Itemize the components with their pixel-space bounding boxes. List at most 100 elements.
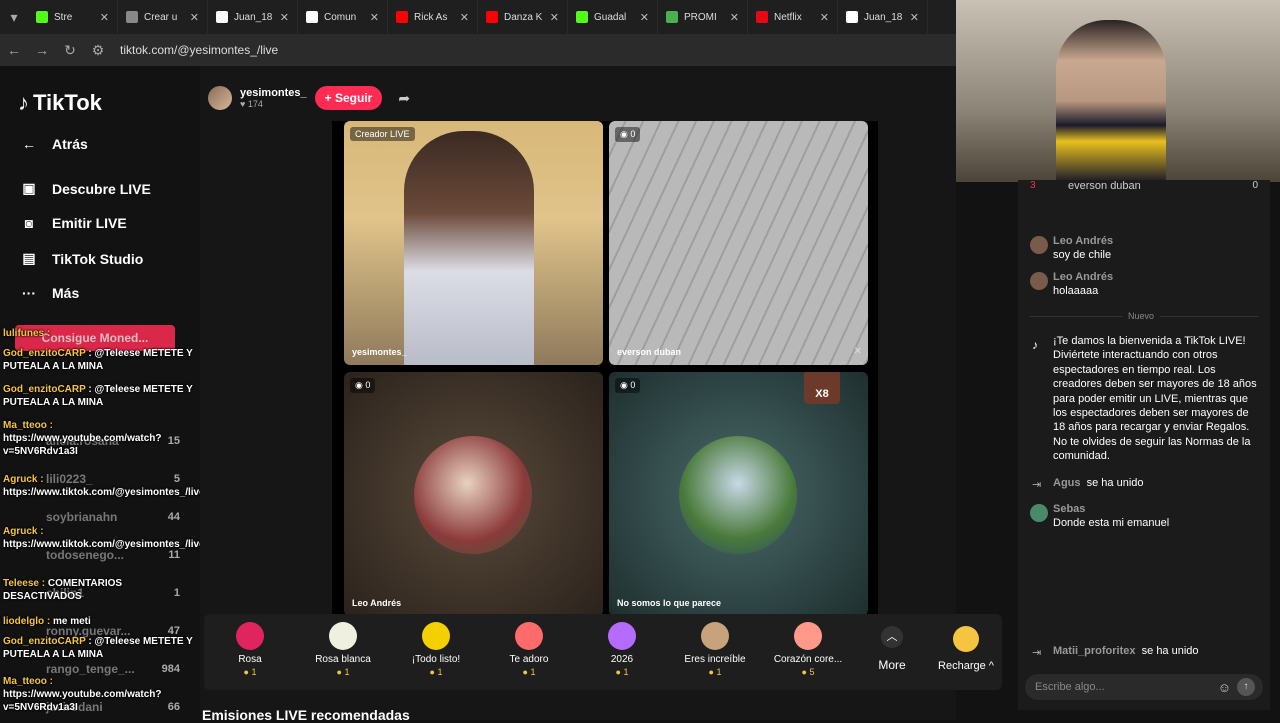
- gift-icon: [329, 622, 357, 650]
- browser-tab[interactable]: Juan_18 ✕: [208, 0, 298, 34]
- sidebar-item-go-live[interactable]: ◙ Emitir LIVE: [20, 215, 127, 231]
- gift-item[interactable]: Rosa blanca ● 1: [297, 622, 389, 677]
- gift-item[interactable]: Te adoro ● 1: [483, 622, 575, 677]
- close-tab-icon[interactable]: ✕: [820, 11, 829, 24]
- close-tab-icon[interactable]: ✕: [550, 11, 559, 24]
- tab-search-button[interactable]: ▾: [0, 9, 28, 26]
- url-field[interactable]: tiktok.com/@yesimontes_/live: [120, 43, 278, 57]
- welcome-message: ¡Te damos la bienvenida a TikTok LIVE! D…: [1053, 335, 1257, 463]
- browser-tab[interactable]: Rick As ✕: [388, 0, 478, 34]
- follow-button[interactable]: + Seguir: [314, 86, 383, 110]
- stream-chat-overlay: Consigue Moned... alicia.rosana 15 lili022…: [0, 325, 205, 720]
- join-message: Matii_proforitex se ha unido: [1053, 645, 1199, 657]
- gift-price: ● 5: [801, 667, 815, 677]
- sidebar-item-discover-live[interactable]: ▣ Descubre LIVE: [20, 180, 150, 197]
- guest-tile-2[interactable]: ◉ 0 everson duban ✕: [609, 121, 868, 365]
- host-name[interactable]: yesimontes_: [240, 87, 307, 99]
- close-tab-icon[interactable]: ✕: [370, 11, 379, 24]
- tab-favicon-icon: [666, 11, 678, 23]
- tiktok-note-icon: ♪: [18, 90, 29, 115]
- more-gifts-button[interactable]: ︿ More: [872, 626, 912, 672]
- join-icon: ⇥: [1032, 479, 1042, 491]
- tile-label: yesimontes_: [352, 347, 407, 357]
- tile-score: ◉ 0: [615, 378, 641, 393]
- browser-tab[interactable]: PROMI ✕: [658, 0, 748, 34]
- browser-tab[interactable]: Danza K ✕: [478, 0, 568, 34]
- rank-user: everson duban: [1068, 180, 1141, 192]
- guest-tile-3[interactable]: ◉ 0 Leo Andrés: [344, 372, 603, 616]
- browser-tab-bar: ▾ Stre ✕ Crear u ✕ Juan_18 ✕ Comun ✕ Rick As ✕ Dan…: [0, 0, 956, 34]
- recharge-button[interactable]: Recharge ^: [930, 614, 1002, 690]
- viewer-count: ♥ 174: [240, 99, 263, 109]
- join-message: Agus se ha unido: [1053, 477, 1144, 489]
- overlay-chat-line: Ma_tteoo : https://www.youtube.com/watch…: [3, 676, 162, 713]
- site-info-icon[interactable]: ⚙: [84, 42, 112, 59]
- overlay-chat-line: Ma_tteoo : https://www.youtube.com/watch…: [3, 420, 162, 457]
- browser-tab[interactable]: Guadal ✕: [568, 0, 658, 34]
- back-button[interactable]: ←: [0, 42, 28, 58]
- overlay-chat-line: lulifunes :: [3, 328, 51, 339]
- gift-icon: [794, 622, 822, 650]
- gift-icon: [236, 622, 264, 650]
- close-tab-icon[interactable]: ✕: [640, 11, 649, 24]
- chat-message: Sebas Donde esta mi emanuel: [1053, 503, 1170, 530]
- gift-item[interactable]: 2026 ● 1: [576, 622, 668, 677]
- close-tab-icon[interactable]: ✕: [100, 11, 109, 24]
- user-avatar: [1030, 272, 1048, 290]
- tab-favicon-icon: [846, 11, 858, 23]
- close-tab-icon[interactable]: ✕: [190, 11, 199, 24]
- mic-muted-icon: ✕: [853, 346, 862, 357]
- gift-price: ● 1: [243, 667, 257, 677]
- share-icon[interactable]: ➦: [398, 90, 410, 107]
- tab-favicon-icon: [216, 11, 228, 23]
- gift-item[interactable]: Rosa ● 1: [204, 622, 296, 677]
- close-tab-icon[interactable]: ✕: [910, 11, 919, 24]
- browser-tab[interactable]: Crear u ✕: [118, 0, 208, 34]
- creator-live-badge: Creador LIVE: [350, 127, 415, 141]
- gift-item[interactable]: Eres increíble ● 1: [669, 622, 761, 677]
- gift-price: ● 1: [708, 667, 722, 677]
- streamer-figure: [1056, 20, 1166, 182]
- multi-guest-grid: Creador LIVE yesimontes_ ◉ 0 everson dub…: [332, 121, 878, 616]
- close-tab-icon[interactable]: ✕: [280, 11, 289, 24]
- close-tab-icon[interactable]: ✕: [730, 11, 739, 24]
- emoji-icon[interactable]: ☺: [1218, 680, 1231, 695]
- chat-message: Leo Andrés soy de chile: [1053, 235, 1114, 262]
- browser-tab[interactable]: Juan_18 ✕: [838, 0, 928, 34]
- gift-item[interactable]: ¡Todo listo! ● 1: [390, 622, 482, 677]
- browser-tab[interactable]: Stre ✕: [28, 0, 118, 34]
- gift-icon: [422, 622, 450, 650]
- close-tab-icon[interactable]: ✕: [460, 11, 469, 24]
- tab-favicon-icon: [576, 11, 588, 23]
- recommended-heading: Emisiones LIVE recomendadas: [202, 707, 410, 723]
- send-icon[interactable]: ↑: [1237, 678, 1255, 696]
- rank-score: 0: [1252, 180, 1258, 191]
- guest-tile-host[interactable]: Creador LIVE yesimontes_: [344, 121, 603, 365]
- camera-icon: ◙: [24, 215, 34, 231]
- sidebar-item-back[interactable]: ← Atrás: [20, 136, 88, 152]
- tile-label: No somos lo que parece: [617, 598, 722, 608]
- gift-price: ● 1: [615, 667, 629, 677]
- tile-score: ◉ 0: [615, 127, 641, 142]
- back-arrow-icon: ←: [22, 136, 36, 152]
- live-main: yesimontes_ ♥ 174 + Seguir ➦ Creador LIV…: [200, 66, 956, 720]
- browser-tab[interactable]: Comun ✕: [298, 0, 388, 34]
- reload-button[interactable]: ↻: [56, 42, 84, 59]
- guest-tile-4[interactable]: ◉ 0 No somos lo que parece X8: [609, 372, 868, 616]
- tab-favicon-icon: [126, 11, 138, 23]
- chat-input[interactable]: Escribe algo... ☺ ↑: [1025, 674, 1263, 700]
- coin-icon: [953, 626, 979, 652]
- join-icon: ⇥: [1032, 647, 1042, 659]
- streamer-webcam: [956, 0, 1280, 182]
- sidebar-item-more[interactable]: ··· Más: [20, 285, 79, 301]
- host-video-figure: [404, 131, 534, 365]
- new-label: Nuevo: [1122, 311, 1161, 321]
- tiktok-logo[interactable]: ♪ TikTok: [18, 90, 102, 116]
- forward-button[interactable]: →: [28, 42, 56, 58]
- gift-item[interactable]: Corazón core... ● 5: [762, 622, 854, 677]
- gift-price: ● 1: [522, 667, 536, 677]
- sidebar-item-studio[interactable]: ▤ TikTok Studio: [20, 250, 143, 267]
- host-avatar[interactable]: [208, 86, 232, 110]
- discover-live-icon: ▣: [22, 180, 36, 196]
- browser-tab[interactable]: Netflix ✕: [748, 0, 838, 34]
